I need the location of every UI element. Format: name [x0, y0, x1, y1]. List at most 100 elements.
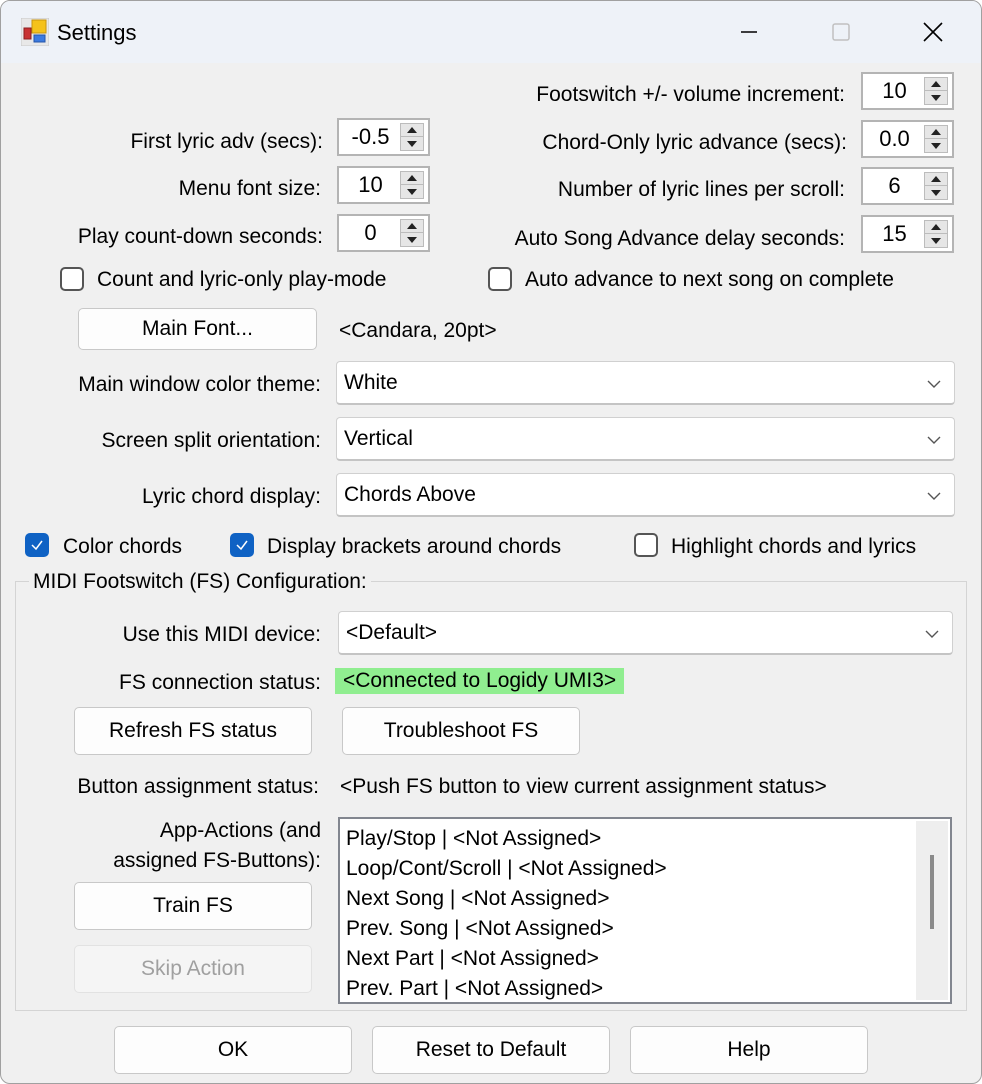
volume-increment-spinner[interactable]: 10	[861, 72, 954, 110]
first-lyric-adv-spinner[interactable]: -0.5	[337, 118, 430, 156]
arrow-up-icon	[407, 223, 417, 229]
color-chords-checkbox[interactable]	[25, 533, 49, 557]
auto-advance-delay-spinner[interactable]: 15	[861, 215, 954, 253]
chord-display-label: Lyric chord display:	[142, 485, 321, 508]
arrow-up-icon	[931, 176, 941, 182]
lyric-only-mode-checkbox[interactable]	[60, 267, 84, 291]
display-brackets-label[interactable]: Display brackets around chords	[267, 535, 561, 559]
color-theme-label: Main window color theme:	[78, 373, 321, 396]
assignment-status-label: Button assignment status:	[77, 775, 319, 798]
arrow-down-icon	[931, 237, 941, 244]
title-bar: Settings	[1, 1, 981, 63]
fs-status-label: FS connection status:	[119, 671, 321, 694]
midi-device-label: Use this MIDI device:	[122, 623, 321, 646]
auto-advance-label[interactable]: Auto advance to next song on complete	[525, 268, 894, 292]
train-fs-button[interactable]: Train FS	[74, 882, 312, 930]
spin-down-button[interactable]	[925, 139, 947, 152]
checkmark-icon	[236, 540, 248, 551]
list-item[interactable]: Play/Stop | <Not Assigned>	[346, 827, 601, 851]
arrow-up-icon	[931, 81, 941, 87]
chord-only-advance-spinner[interactable]: 0.0	[861, 120, 954, 158]
color-theme-value: White	[344, 371, 398, 394]
reset-to-default-button[interactable]: Reset to Default	[372, 1026, 610, 1074]
lyric-lines-label: Number of lyric lines per scroll:	[557, 178, 845, 201]
lyric-lines-spinner[interactable]: 6	[861, 167, 954, 205]
count-down-seconds-label: Play count-down seconds:	[77, 225, 323, 248]
app-settings-icon	[21, 18, 49, 46]
volume-increment-value[interactable]: 10	[869, 78, 920, 104]
spin-down-button[interactable]	[401, 137, 423, 150]
count-down-seconds-spinner[interactable]: 0	[337, 214, 430, 252]
arrow-down-icon	[407, 140, 417, 147]
app-actions-label-line1: App-Actions (and	[159, 819, 321, 842]
arrow-up-icon	[407, 175, 417, 181]
volume-increment-label: Footswitch +/- volume increment:	[536, 83, 845, 106]
spin-down-button[interactable]	[925, 186, 947, 199]
split-orientation-value: Vertical	[344, 427, 413, 450]
display-brackets-checkbox[interactable]	[230, 533, 254, 557]
spin-down-button[interactable]	[925, 234, 947, 247]
spin-up-button[interactable]	[401, 124, 423, 137]
color-theme-dropdown[interactable]: White	[336, 361, 955, 405]
ok-button[interactable]: OK	[114, 1026, 352, 1074]
listbox-scrollbar[interactable]	[916, 821, 948, 1000]
list-item[interactable]: Next Part | <Not Assigned>	[346, 947, 599, 971]
arrow-down-icon	[407, 236, 417, 243]
chevron-down-icon	[927, 436, 941, 444]
list-item[interactable]: Prev. Part | <Not Assigned>	[346, 977, 603, 1001]
auto-advance-checkbox[interactable]	[488, 267, 512, 291]
main-font-button[interactable]: Main Font...	[78, 308, 317, 350]
auto-advance-delay-label: Auto Song Advance delay seconds:	[514, 227, 845, 250]
chord-only-advance-value[interactable]: 0.0	[869, 126, 920, 152]
spin-up-button[interactable]	[401, 172, 423, 185]
count-down-seconds-value[interactable]: 0	[345, 220, 396, 246]
chord-display-dropdown[interactable]: Chords Above	[336, 473, 955, 517]
troubleshoot-fs-button[interactable]: Troubleshoot FS	[342, 707, 580, 755]
spin-up-button[interactable]	[401, 220, 423, 233]
arrow-down-icon	[931, 142, 941, 149]
highlight-chords-label[interactable]: Highlight chords and lyrics	[671, 535, 916, 559]
spin-down-button[interactable]	[401, 233, 423, 246]
maximize-button[interactable]	[813, 9, 869, 55]
midi-device-value: <Default>	[346, 621, 438, 644]
help-button[interactable]: Help	[630, 1026, 868, 1074]
highlight-chords-checkbox[interactable]	[634, 533, 658, 557]
spin-up-button[interactable]	[925, 221, 947, 234]
fs-status-value: <Connected to Logidy UMI3>	[335, 668, 625, 694]
split-orientation-dropdown[interactable]: Vertical	[336, 417, 955, 461]
arrow-up-icon	[407, 127, 417, 133]
lyric-lines-value[interactable]: 6	[869, 173, 920, 199]
skip-action-button[interactable]: Skip Action	[74, 945, 312, 993]
chevron-down-icon	[925, 630, 939, 638]
close-button[interactable]	[905, 9, 961, 55]
chord-only-advance-label: Chord-Only lyric advance (secs):	[542, 131, 847, 154]
color-chords-label[interactable]: Color chords	[63, 535, 182, 559]
spin-down-button[interactable]	[401, 185, 423, 198]
lyric-only-mode-label[interactable]: Count and lyric-only play-mode	[97, 268, 386, 292]
spin-down-button[interactable]	[925, 91, 947, 104]
list-item[interactable]: Next Song | <Not Assigned>	[346, 887, 609, 911]
maximize-icon	[832, 23, 850, 41]
spin-up-button[interactable]	[925, 173, 947, 186]
midi-device-dropdown[interactable]: <Default>	[338, 611, 953, 655]
menu-font-size-spinner[interactable]: 10	[337, 166, 430, 204]
refresh-fs-status-button[interactable]: Refresh FS status	[74, 707, 312, 755]
minimize-button[interactable]	[721, 9, 777, 55]
window-title: Settings	[57, 20, 137, 45]
menu-font-size-label: Menu font size:	[178, 177, 321, 200]
arrow-up-icon	[931, 224, 941, 230]
spin-up-button[interactable]	[925, 126, 947, 139]
list-item[interactable]: Prev. Song | <Not Assigned>	[346, 917, 614, 941]
list-item[interactable]: Loop/Cont/Scroll | <Not Assigned>	[346, 857, 667, 881]
menu-font-size-value[interactable]: 10	[345, 172, 396, 198]
auto-advance-delay-value[interactable]: 15	[869, 221, 920, 247]
settings-dialog: Settings Footswitch +/- volume increment…	[0, 0, 982, 1084]
chevron-down-icon	[927, 492, 941, 500]
arrow-down-icon	[931, 189, 941, 196]
spin-up-button[interactable]	[925, 78, 947, 91]
app-actions-listbox[interactable]: Play/Stop | <Not Assigned> Loop/Cont/Scr…	[338, 817, 952, 1004]
first-lyric-adv-value[interactable]: -0.5	[345, 124, 396, 150]
scrollbar-thumb[interactable]	[930, 855, 934, 929]
arrow-down-icon	[931, 94, 941, 101]
assignment-status-value: <Push FS button to view current assignme…	[340, 775, 827, 798]
